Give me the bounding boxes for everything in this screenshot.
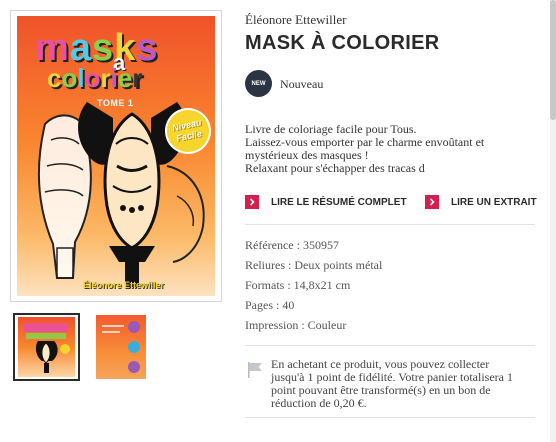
page-scrollbar[interactable] xyxy=(550,0,556,442)
read-extract-label: LIRE UN EXTRAIT xyxy=(451,196,537,208)
cover-title-masks: masks xyxy=(35,27,159,69)
thumbnail-back-cover[interactable] xyxy=(93,313,160,381)
read-summary-link[interactable]: LIRE LE RÉSUMÉ COMPLET xyxy=(245,195,407,209)
spec-printing: Impression : Couleur xyxy=(245,318,347,332)
cover-tome-label: TOME 1 xyxy=(97,98,134,108)
divider xyxy=(245,224,535,225)
chevron-right-icon xyxy=(245,195,259,209)
product-page: masks a colorier TOME 1 Niveau Facile Élé… xyxy=(0,0,556,442)
product-main-image[interactable]: masks a colorier TOME 1 Niveau Facile Élé… xyxy=(10,10,222,302)
divider xyxy=(245,417,535,418)
read-extract-link[interactable]: LIRE UN EXTRAIT xyxy=(425,195,537,209)
thumbnail-back-image xyxy=(96,315,146,379)
cover-artwork: masks a colorier TOME 1 Niveau Facile Élé… xyxy=(17,16,215,296)
chevron-right-icon xyxy=(425,195,439,209)
thumbnail-front-image xyxy=(18,317,75,377)
read-summary-label: LIRE LE RÉSUMÉ COMPLET xyxy=(271,196,407,208)
spec-reference: Référence : 350957 xyxy=(245,238,339,252)
divider xyxy=(245,345,535,346)
product-description: Livre de coloriage facile pour Tous. Lai… xyxy=(245,123,535,175)
spec-pages: Pages : 40 xyxy=(245,298,295,312)
loyalty-points-text: En achetant ce produit, vous pouvez coll… xyxy=(271,357,513,410)
cover-author: Éléonore Ettewiller xyxy=(83,280,165,290)
scrollbar-thumb[interactable] xyxy=(550,0,556,120)
spec-format: Formats : 14,8x21 cm xyxy=(245,278,351,292)
spec-binding: Reliures : Deux points métal xyxy=(245,258,383,272)
flag-icon xyxy=(248,362,262,378)
new-badge-icon: NEW xyxy=(245,70,272,97)
product-title: MASK À COLORIER xyxy=(245,32,440,54)
new-badge-label: Nouveau xyxy=(280,77,324,91)
cover-title-colorier: colorier xyxy=(47,63,143,93)
product-author[interactable]: Éléonore Ettewiller xyxy=(245,12,346,28)
thumbnail-front-cover[interactable] xyxy=(13,313,80,381)
description-line: Relaxant pour s'échapper des tracas d xyxy=(245,161,425,175)
